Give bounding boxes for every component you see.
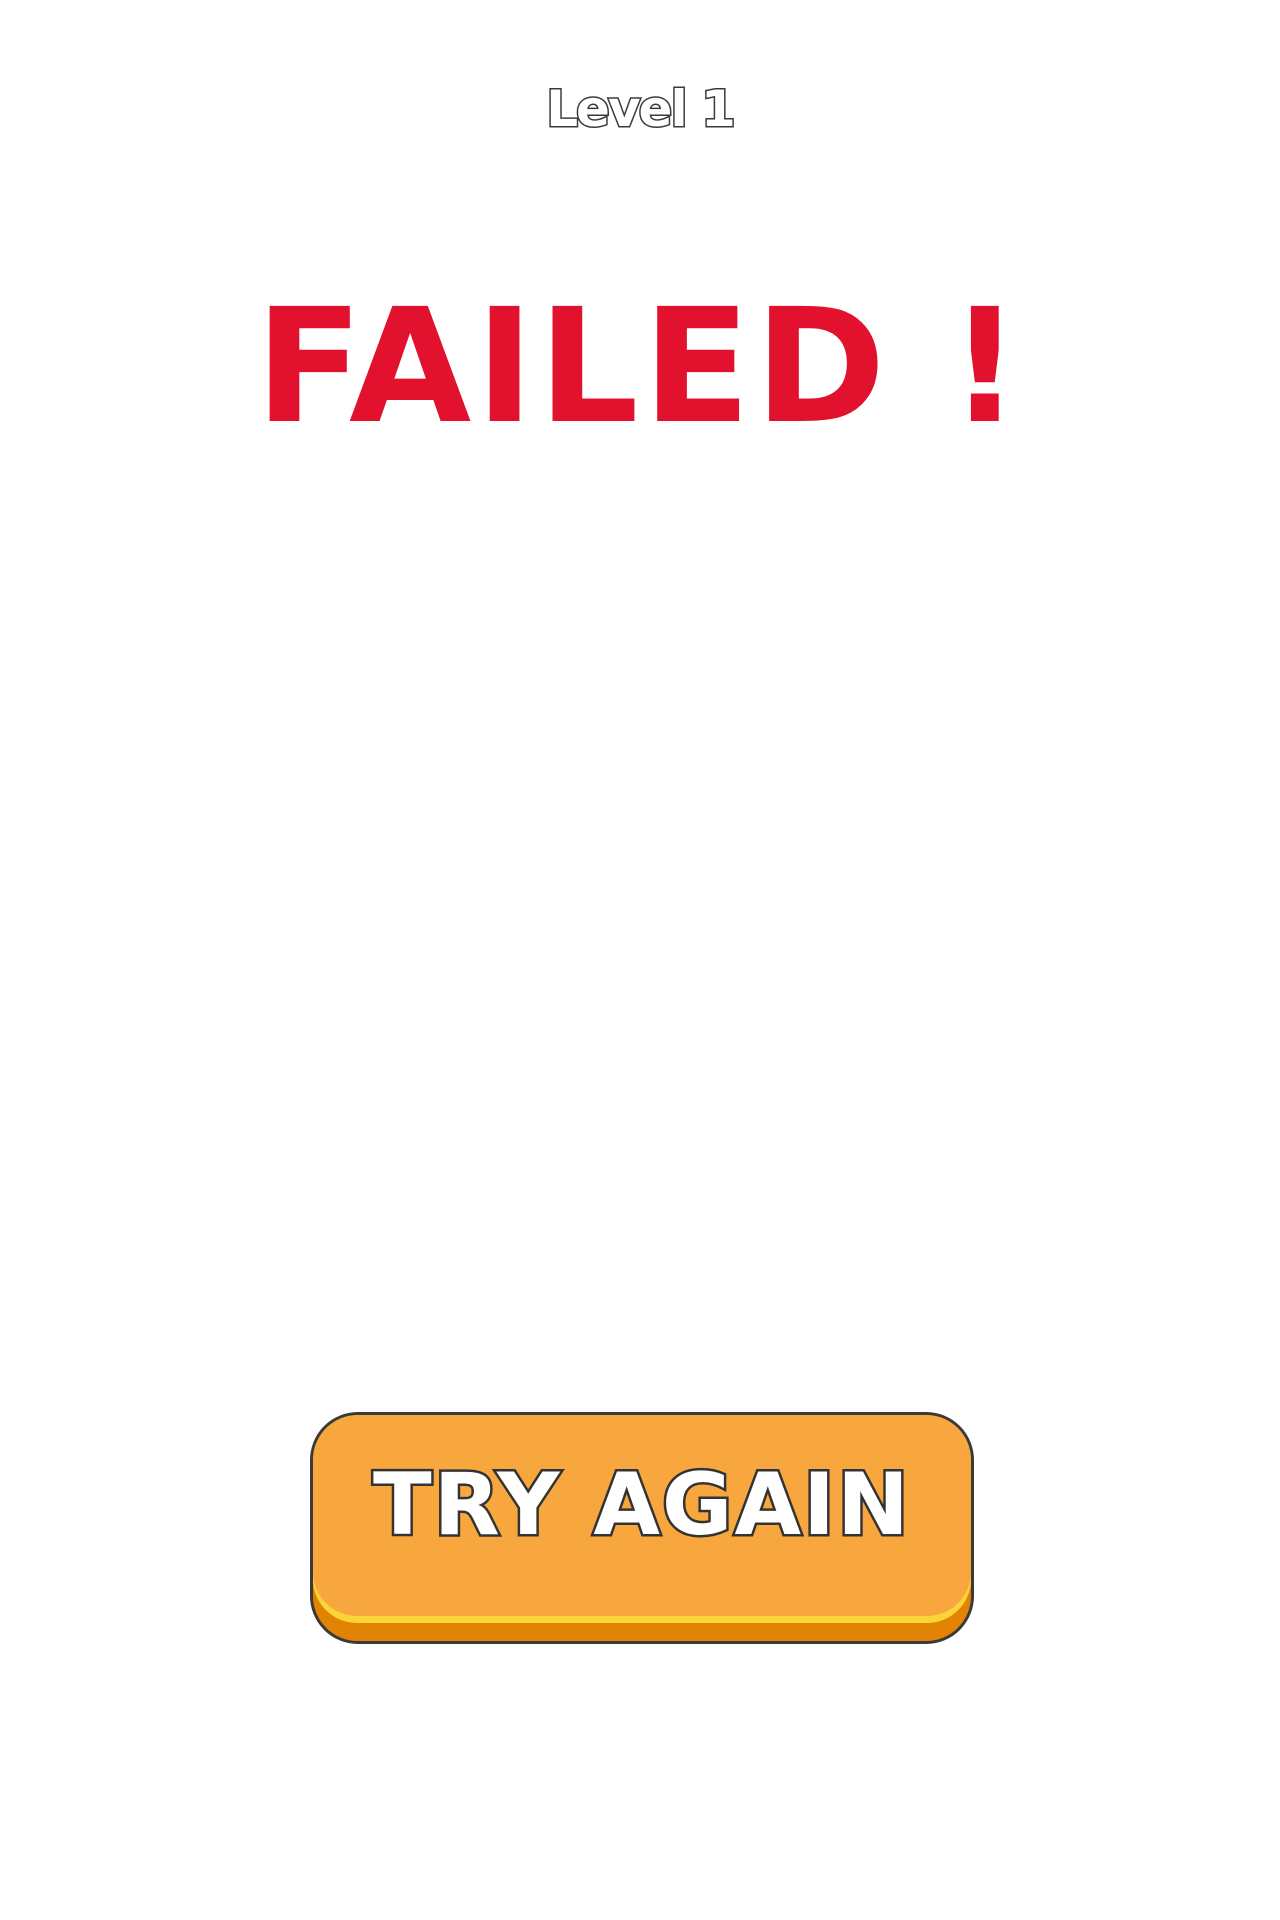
- try-again-button[interactable]: TRY AGAIN: [310, 1412, 974, 1644]
- failed-title: FAILED !: [255, 275, 1025, 459]
- game-over-screen: Level 1 FAILED ! TRY AGAIN: [0, 0, 1280, 1920]
- try-again-label: TRY AGAIN: [370, 1453, 912, 1558]
- level-label: Level 1: [545, 79, 738, 140]
